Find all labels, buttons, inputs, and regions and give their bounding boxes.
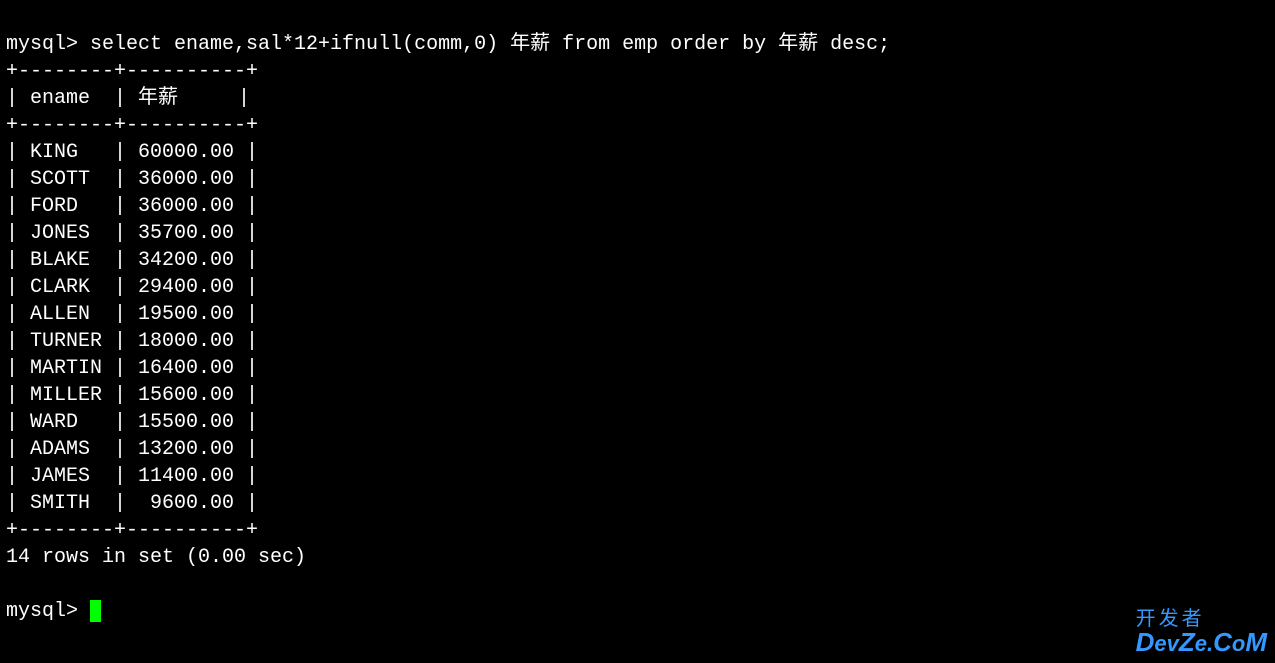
table-header-col1: ename (30, 87, 90, 110)
result-status: 14 rows in set (0.00 sec) (6, 546, 306, 569)
table-header-col2: 年薪 (138, 87, 178, 110)
mysql-prompt-2[interactable]: mysql> (6, 600, 90, 623)
cursor[interactable] (90, 600, 101, 622)
watermark-line2: DevZe.CoM (1136, 629, 1267, 655)
mysql-prompt: mysql> (6, 33, 90, 56)
table-border-mid: +--------+----------+ (6, 114, 258, 137)
watermark-line1: 开发者 (1136, 609, 1267, 629)
watermark: 开发者 DevZe.CoM (1136, 609, 1267, 655)
table-border-top: +--------+----------+ (6, 60, 258, 83)
sql-query: select ename,sal*12+ifnull(comm,0) 年薪 fr… (90, 33, 890, 56)
table-header-row: | ename | 年薪 | (6, 87, 250, 110)
terminal-output: mysql> select ename,sal*12+ifnull(comm,0… (6, 4, 1269, 625)
table-body: | KING | 60000.00 | | SCOTT | 36000.00 |… (6, 141, 258, 515)
table-border-bottom: +--------+----------+ (6, 519, 258, 542)
